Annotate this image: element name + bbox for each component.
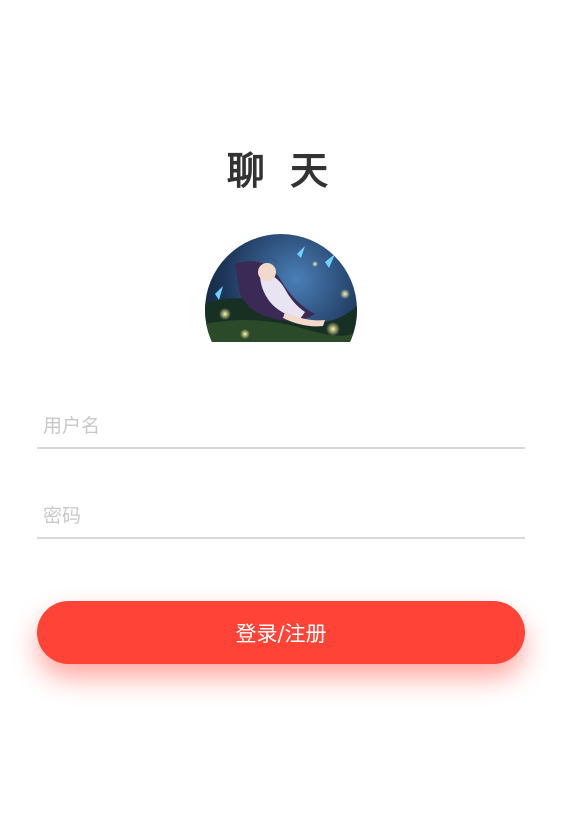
login-register-button[interactable]: 登录/注册 [37,601,525,664]
password-input[interactable] [37,487,525,537]
page-title: 聊 天 [226,149,335,193]
avatar [205,234,357,342]
password-field[interactable] [37,487,525,539]
login-page: 聊 天 用户名 登录/注册 [0,0,561,837]
username-input[interactable] [37,397,525,447]
username-field[interactable] [37,397,525,449]
avatar-image [205,234,357,342]
